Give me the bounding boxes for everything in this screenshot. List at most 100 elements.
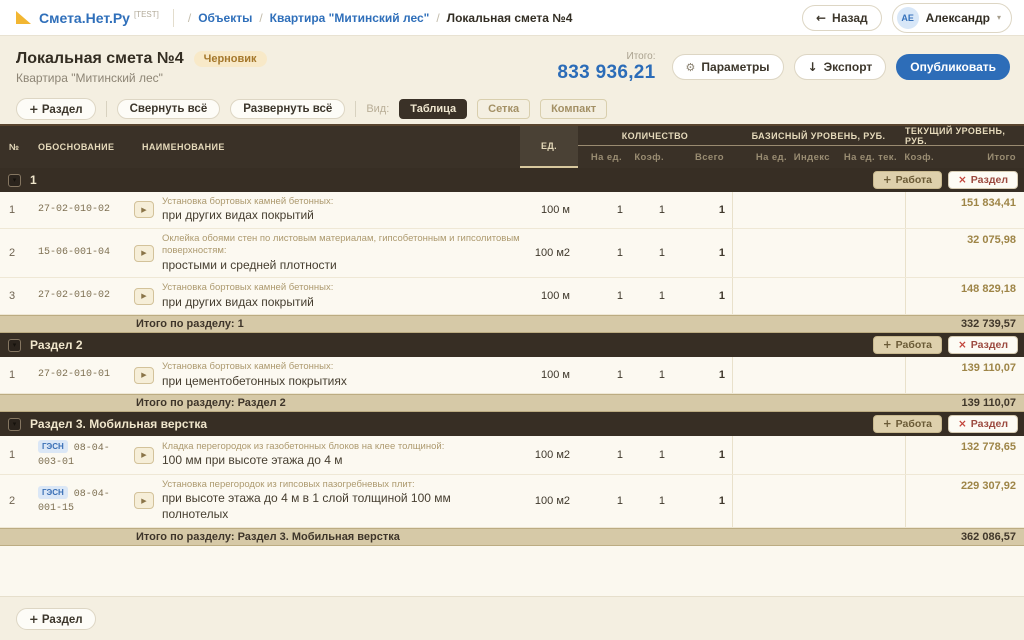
add-section-button-bottom[interactable]: + Раздел <box>16 608 96 630</box>
add-work-button[interactable]: + Работа <box>873 336 942 354</box>
row-description-head: Установка бортовых камней бетонных: <box>162 282 333 294</box>
expand-row-icon[interactable]: ▶ <box>134 447 154 464</box>
section-1: ▾ 1 +Работа ×Раздел 1 27-02-010-02 ▶ Уст… <box>0 168 1024 333</box>
row-total: 148 829,18 <box>942 282 1024 295</box>
col-header-qty-total: Всего <box>672 146 732 168</box>
close-icon: × <box>958 174 967 186</box>
add-section-button[interactable]: + Раздел <box>16 98 96 120</box>
parameters-button[interactable]: ⚙ Параметры <box>672 54 784 80</box>
view-compact-toggle[interactable]: Компакт <box>540 99 607 119</box>
delete-section-button[interactable]: ×Раздел <box>948 336 1018 354</box>
row-code: 27-02-010-01 <box>30 368 128 382</box>
page-head: Локальная смета №4 Черновик Квартира "Ми… <box>0 36 1024 94</box>
section-subtotal: Итого по разделу: Раздел 2 139 110,07 <box>0 394 1024 412</box>
subtotal-label: Итого по разделу: 1 <box>128 318 732 330</box>
total-label: Итого: <box>557 51 655 62</box>
section-title: Раздел 2 <box>30 338 83 352</box>
row-qty-total: 1 <box>672 247 732 259</box>
toolbar-divider <box>355 101 356 117</box>
chevron-down-icon: ▾ <box>997 13 1001 22</box>
row-qty-total: 1 <box>672 449 732 461</box>
plus-icon: + <box>883 339 892 351</box>
view-table-toggle[interactable]: Таблица <box>399 99 467 119</box>
section-checkbox[interactable]: ▾ <box>8 174 21 187</box>
row-qty-coef: 1 <box>630 247 672 259</box>
breadcrumb-objects[interactable]: Объекты <box>198 11 252 25</box>
plus-icon: + <box>29 612 39 626</box>
subtotal-label: Итого по разделу: Раздел 3. Мобильная ве… <box>128 531 732 543</box>
row-number: 3 <box>0 290 30 302</box>
row-number: 2 <box>0 247 30 259</box>
back-arrow-icon: ← <box>816 11 826 25</box>
expand-row-icon[interactable]: ▶ <box>134 492 154 509</box>
col-header-justification: ОБОСНОВАНИЕ <box>30 126 128 168</box>
collapse-all-button[interactable]: Свернуть всё <box>117 99 221 119</box>
estimate-row: 2 15-06-001-04 ▶ Оклейка обоями стен по … <box>0 229 1024 278</box>
col-header-per-unit-current: На ед. тек. <box>838 146 905 168</box>
col-header-qty-coef: Коэф. <box>630 146 672 168</box>
row-code: 27-02-010-02 <box>30 289 128 303</box>
estimate-row: 2 ГЭСН 08-04-001-15 ▶ Установка перегоро… <box>0 475 1024 528</box>
add-work-label: Работа <box>896 339 932 351</box>
add-section-label: Раздел <box>42 104 83 116</box>
row-code: 15-06-001-04 <box>30 246 128 260</box>
row-qty-per-unit: 1 <box>578 247 630 259</box>
breadcrumb-object[interactable]: Квартира "Митинский лес" <box>270 11 430 25</box>
row-description-head: Оклейка обоями стен по листовым материал… <box>162 233 520 258</box>
logo-icon <box>16 11 31 24</box>
add-section-label: Раздел <box>42 614 83 626</box>
add-work-button[interactable]: +Работа <box>873 415 942 433</box>
section-2: ▾ Раздел 2 + Работа ×Раздел 1 27-02-010-0… <box>0 333 1024 412</box>
breadcrumb: / Объекты / Квартира "Митинский лес" / Л… <box>188 11 573 25</box>
page-subtitle: Квартира "Митинский лес" <box>16 71 267 85</box>
plus-icon: + <box>29 102 39 116</box>
row-number: 1 <box>0 369 30 381</box>
row-unit: 100 м2 <box>520 449 578 461</box>
section-subtotal: Итого по разделу: 1 332 739,57 <box>0 315 1024 333</box>
section-checkbox[interactable]: ▾ <box>8 418 21 431</box>
row-code: ГЭСН 08-04-001-15 <box>30 486 128 516</box>
col-group-base-level: БАЗИСНЫЙ УРОВЕНЬ, РУБ. <box>732 126 905 146</box>
add-work-label: Работа <box>896 174 932 186</box>
row-description-head: Кладка перегородок из газобетонных блоко… <box>162 441 444 453</box>
delete-section-button[interactable]: ×Раздел <box>948 171 1018 189</box>
status-badge: Черновик <box>194 51 267 67</box>
avatar: АЕ <box>897 7 919 29</box>
col-header-current-total: Итого <box>942 146 1024 168</box>
row-description: простыми и средней плотности <box>162 258 520 274</box>
row-total: 32 075,98 <box>942 233 1024 246</box>
row-number: 2 <box>0 495 30 507</box>
section-checkbox[interactable]: ▾ <box>8 339 21 352</box>
expand-row-icon[interactable]: ▶ <box>134 201 154 218</box>
row-qty-total: 1 <box>672 495 732 507</box>
section-header: ▾ Раздел 3. Мобильная верстка +Работа ×Р… <box>0 412 1024 436</box>
close-icon: × <box>958 339 967 351</box>
publish-button[interactable]: Опубликовать <box>896 54 1010 80</box>
expand-all-button[interactable]: Развернуть всё <box>230 99 345 119</box>
export-button[interactable]: ↓ Экспорт <box>794 54 887 80</box>
expand-row-icon[interactable]: ▶ <box>134 288 154 305</box>
add-work-button[interactable]: +Работа <box>873 171 942 189</box>
toolbar-divider <box>106 101 107 117</box>
row-total: 139 110,07 <box>942 361 1024 374</box>
gesn-badge: ГЭСН <box>38 486 68 499</box>
row-code: ГЭСН 08-04-003-01 <box>30 440 128 470</box>
app-logo-text[interactable]: Смета.Нет.Ру <box>39 10 130 26</box>
row-qty-total: 1 <box>672 204 732 216</box>
row-qty-coef: 1 <box>630 204 672 216</box>
col-header-unit: ЕД. <box>520 126 578 168</box>
estimate-row: 3 27-02-010-02 ▶ Установка бортовых камн… <box>0 278 1024 315</box>
table-header: № ОБОСНОВАНИЕ НАИМЕНОВАНИЕ ЕД. КОЛИЧЕСТВ… <box>0 124 1024 168</box>
user-menu[interactable]: АЕ Александр ▾ <box>892 3 1012 33</box>
delete-section-button[interactable]: ×Раздел <box>948 415 1018 433</box>
view-grid-toggle[interactable]: Сетка <box>477 99 530 119</box>
row-unit: 100 м <box>520 369 578 381</box>
row-qty-per-unit: 1 <box>578 449 630 461</box>
expand-row-icon[interactable]: ▶ <box>134 245 154 262</box>
back-button[interactable]: ← Назад <box>802 5 882 31</box>
section-3: ▾ Раздел 3. Мобильная верстка +Работа ×Р… <box>0 412 1024 546</box>
user-name: Александр <box>926 11 990 25</box>
expand-row-icon[interactable]: ▶ <box>134 367 154 384</box>
col-group-current-level: ТЕКУЩИЙ УРОВЕНЬ, РУБ. <box>905 126 1024 146</box>
row-qty-per-unit: 1 <box>578 495 630 507</box>
